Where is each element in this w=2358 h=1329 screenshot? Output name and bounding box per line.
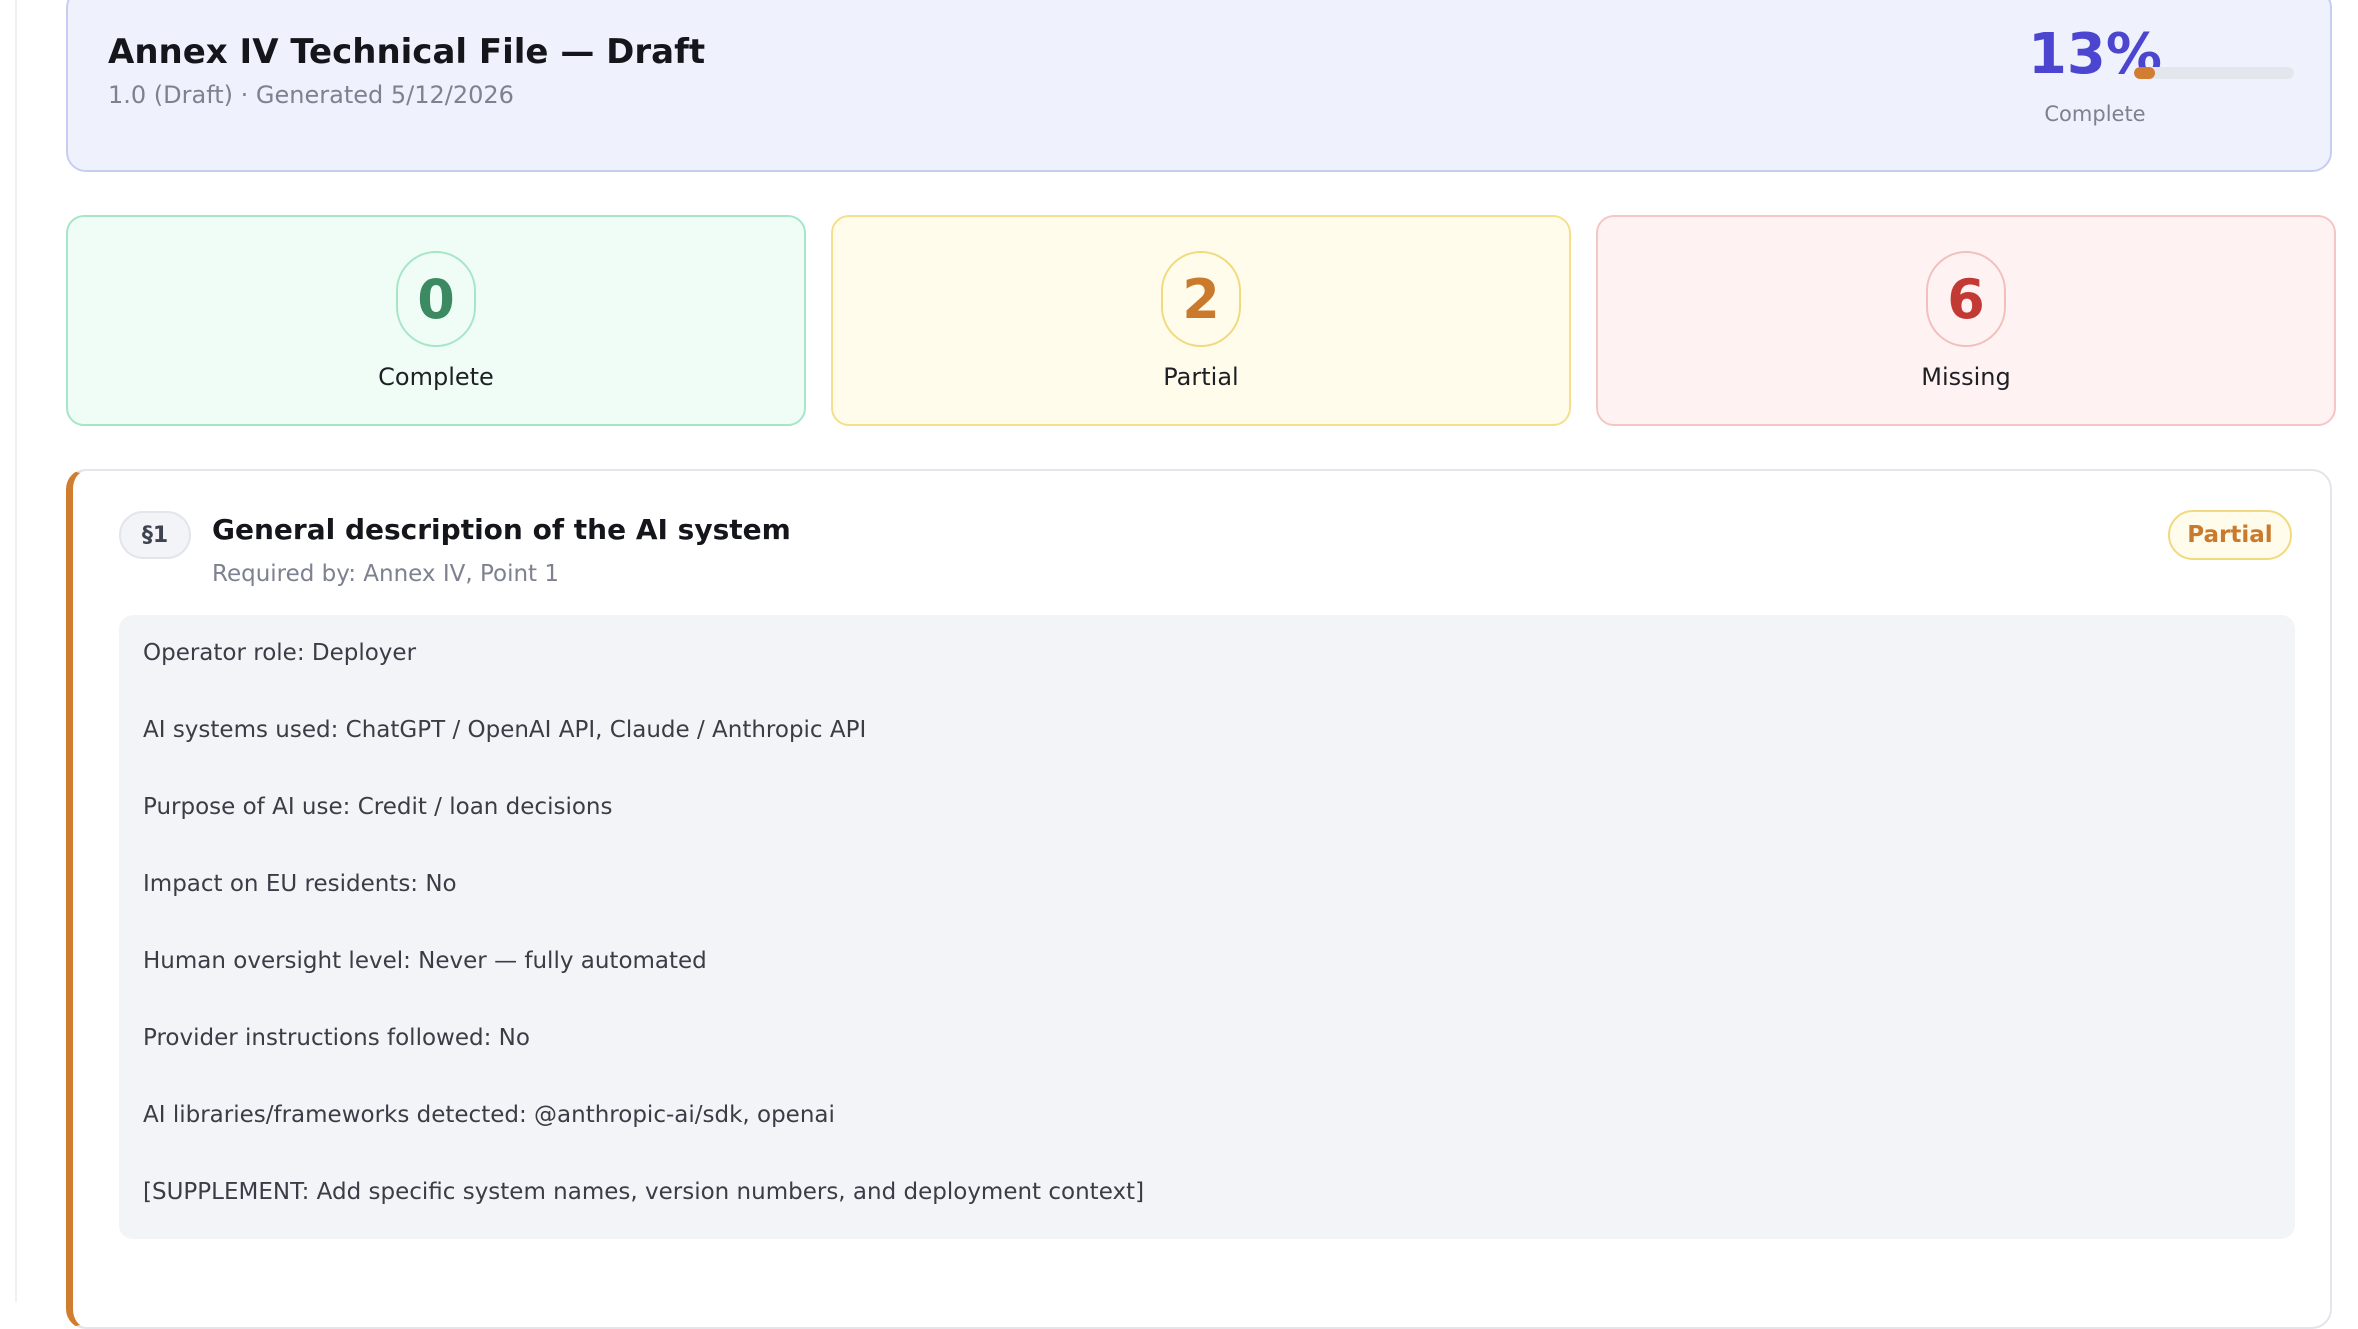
content-line-oversight: Human oversight level: Never — fully aut… xyxy=(143,948,707,974)
status-badge: Partial xyxy=(2168,510,2292,560)
content-line-eu-impact: Impact on EU residents: No xyxy=(143,871,457,897)
content-line-libraries: AI libraries/frameworks detected: @anthr… xyxy=(143,1102,835,1128)
stat-count-partial: 2 xyxy=(1161,251,1241,347)
content-line-provider-instructions: Provider instructions followed: No xyxy=(143,1025,530,1051)
section-content: Operator role: Deployer AI systems used:… xyxy=(119,615,2295,1239)
document-header: Annex IV Technical File — Draft 1.0 (Dra… xyxy=(66,0,2332,172)
stat-label-partial: Partial xyxy=(1163,363,1239,391)
progress-bar-fill xyxy=(2134,67,2155,79)
progress-caption: Complete xyxy=(2044,102,2146,126)
stat-card-missing[interactable]: 6 Missing xyxy=(1596,215,2336,426)
stat-count-complete: 0 xyxy=(396,251,476,347)
section-card: §1 General description of the AI system … xyxy=(66,469,2332,1329)
stat-count-missing: 6 xyxy=(1926,251,2006,347)
stat-label-missing: Missing xyxy=(1921,363,2011,391)
stat-label-complete: Complete xyxy=(378,363,494,391)
stat-card-complete[interactable]: 0 Complete xyxy=(66,215,806,426)
section-number-badge: §1 xyxy=(119,511,191,559)
content-line-supplement: [SUPPLEMENT: Add specific system names, … xyxy=(143,1179,1145,1205)
stat-card-partial[interactable]: 2 Partial xyxy=(831,215,1571,426)
content-line-ai-systems: AI systems used: ChatGPT / OpenAI API, C… xyxy=(143,717,867,743)
section-required-by: Required by: Annex IV, Point 1 xyxy=(212,561,560,587)
page-divider xyxy=(15,0,17,1302)
section-title: General description of the AI system xyxy=(212,513,791,546)
document-title: Annex IV Technical File — Draft xyxy=(108,32,706,72)
content-line-purpose: Purpose of AI use: Credit / loan decisio… xyxy=(143,794,613,820)
document-meta: 1.0 (Draft) · Generated 5/12/2026 xyxy=(108,81,514,109)
progress-bar xyxy=(2134,67,2294,79)
content-line-operator-role: Operator role: Deployer xyxy=(143,640,417,666)
